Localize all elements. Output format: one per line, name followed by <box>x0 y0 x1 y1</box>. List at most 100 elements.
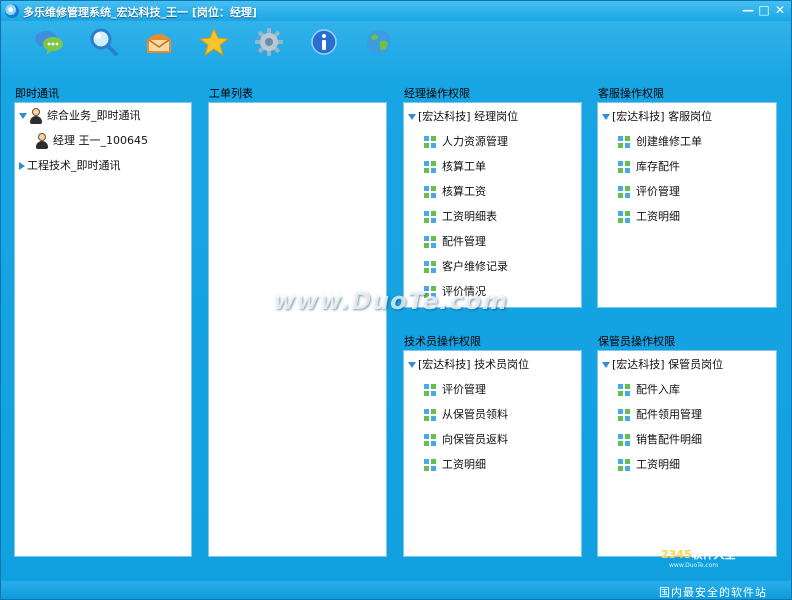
chat-button[interactable] <box>31 25 67 59</box>
perm-item[interactable]: 工资明细 <box>618 454 680 476</box>
watermark: www.DuoTe.com <box>273 287 508 315</box>
title-bar[interactable]: 多乐维修管理系统_宏达科技_王一 [岗位：经理] — □ ✕ <box>1 1 791 21</box>
app-window: 多乐维修管理系统_宏达科技_王一 [岗位：经理] — □ ✕ 即时通讯 综合业务… <box>0 0 792 600</box>
module-icon <box>424 136 436 148</box>
perm-item[interactable]: 配件入库 <box>618 379 680 401</box>
perm-item[interactable]: 工资明细表 <box>424 206 497 228</box>
perm-item-label: 评价管理 <box>636 185 680 198</box>
tech-perms-label: 技术员操作权限 <box>404 335 481 348</box>
work-order-section-label: 工单列表 <box>209 87 253 100</box>
module-icon <box>424 261 436 273</box>
work-order-list[interactable] <box>208 102 387 557</box>
about-button[interactable] <box>306 25 342 59</box>
perm-item-label: 核算工资 <box>442 185 486 198</box>
perm-item-label: 销售配件明细 <box>636 433 702 446</box>
module-icon <box>618 136 630 148</box>
perm-item[interactable]: 客户维修记录 <box>424 256 508 278</box>
perm-item-label: 工资明细 <box>636 210 680 223</box>
module-icon <box>618 459 630 471</box>
module-icon <box>618 384 630 396</box>
perm-item[interactable]: 配件管理 <box>424 231 486 253</box>
perm-item[interactable]: 向保管员返料 <box>424 429 508 451</box>
module-icon <box>618 186 630 198</box>
perm-item[interactable]: 从保管员领料 <box>424 404 508 426</box>
search-button[interactable] <box>86 25 122 59</box>
chat-bubbles-icon <box>35 31 63 55</box>
keeper-perms-panel[interactable]: [宏达科技] 保管员岗位 配件入库 配件领用管理 销售配件明细 工资明细 <box>597 350 777 557</box>
perm-item[interactable]: 核算工单 <box>424 156 486 178</box>
perm-root-label: [宏达科技] 保管员岗位 <box>612 358 724 371</box>
network-button[interactable] <box>361 25 397 59</box>
im-group-engineering[interactable]: 工程技术_即时通讯 <box>19 155 121 177</box>
im-contact-label: 经理 王一_100645 <box>53 134 148 147</box>
mailbox-icon <box>147 34 171 53</box>
perm-tree-root[interactable]: [宏达科技] 技术员岗位 <box>408 354 529 376</box>
keeper-perms-label: 保管员操作权限 <box>598 335 675 348</box>
expanded-arrow-icon <box>602 362 610 368</box>
perm-item-label: 评价管理 <box>442 383 486 396</box>
perm-tree-root[interactable]: [宏达科技] 经理岗位 <box>408 106 518 128</box>
expanded-arrow-icon <box>408 114 416 120</box>
perm-item[interactable]: 人力资源管理 <box>424 131 508 153</box>
perm-item-label: 配件领用管理 <box>636 408 702 421</box>
im-contact[interactable]: 经理 王一_100645 <box>35 130 148 152</box>
app-logo-icon <box>5 4 19 18</box>
globe-icon <box>367 30 391 54</box>
favorites-button[interactable] <box>196 25 232 59</box>
perm-item[interactable]: 核算工资 <box>424 181 486 203</box>
module-icon <box>618 434 630 446</box>
perm-item[interactable]: 工资明细 <box>424 454 486 476</box>
im-panel[interactable]: 综合业务_即时通讯 经理 王一_100645 工程技术_即时通讯 <box>14 102 192 557</box>
perm-tree-root[interactable]: [宏达科技] 客服岗位 <box>602 106 712 128</box>
perm-item-label: 库存配件 <box>636 160 680 173</box>
module-icon <box>424 384 436 396</box>
perm-item[interactable]: 工资明细 <box>618 206 680 228</box>
perm-root-label: [宏达科技] 技术员岗位 <box>418 358 530 371</box>
im-section-label: 即时通讯 <box>15 87 59 100</box>
perm-item-label: 客户维修记录 <box>442 260 508 273</box>
im-group-business[interactable]: 综合业务_即时通讯 <box>19 105 141 127</box>
perm-item[interactable]: 评价管理 <box>424 379 486 401</box>
module-icon <box>618 161 630 173</box>
perm-tree-root[interactable]: [宏达科技] 保管员岗位 <box>602 354 723 376</box>
perm-item[interactable]: 库存配件 <box>618 156 680 178</box>
module-icon <box>424 161 436 173</box>
perm-item-label: 工资明细 <box>442 458 486 471</box>
perm-item[interactable]: 评价管理 <box>618 181 680 203</box>
expanded-arrow-icon <box>19 113 27 119</box>
cs-perms-label: 客服操作权限 <box>598 87 664 100</box>
gear-icon <box>255 28 283 56</box>
star-icon <box>199 28 229 56</box>
module-icon <box>424 211 436 223</box>
close-button[interactable]: ✕ <box>771 3 789 17</box>
tech-perms-panel[interactable]: [宏达科技] 技术员岗位 评价管理 从保管员领料 向保管员返料 工资明细 <box>403 350 582 557</box>
footer-logo-text: 软件大全 <box>691 548 736 561</box>
perm-root-label: [宏达科技] 客服岗位 <box>612 110 713 123</box>
manager-perms-label: 经理操作权限 <box>404 87 470 100</box>
collapsed-arrow-icon <box>19 162 25 170</box>
settings-button[interactable] <box>251 25 287 59</box>
perm-item-label: 工资明细 <box>636 458 680 471</box>
footer-logo: 2345软件大全 <box>661 546 736 562</box>
module-icon <box>618 211 630 223</box>
perm-root-label: [宏达科技] 经理岗位 <box>418 110 519 123</box>
mailbox-button[interactable] <box>141 25 177 59</box>
manager-perms-panel[interactable]: [宏达科技] 经理岗位 人力资源管理 核算工单 核算工资 工资明细表 配件管理 … <box>403 102 582 308</box>
footer-logo-url: www.DuoTe.com <box>669 562 719 569</box>
perm-item-label: 工资明细表 <box>442 210 497 223</box>
perm-item-label: 向保管员返料 <box>442 433 508 446</box>
perm-item[interactable]: 销售配件明细 <box>618 429 702 451</box>
expanded-arrow-icon <box>602 114 610 120</box>
perm-item[interactable]: 配件领用管理 <box>618 404 702 426</box>
perm-item-label: 核算工单 <box>442 160 486 173</box>
perm-item-label: 人力资源管理 <box>442 135 508 148</box>
module-icon <box>424 409 436 421</box>
user-avatar-icon <box>35 133 49 149</box>
module-icon <box>618 409 630 421</box>
im-group-label: 综合业务_即时通讯 <box>47 109 141 122</box>
perm-item-label: 创建维修工单 <box>636 135 702 148</box>
window-title: 多乐维修管理系统_宏达科技_王一 [岗位：经理] <box>23 6 257 19</box>
expanded-arrow-icon <box>408 362 416 368</box>
cs-perms-panel[interactable]: [宏达科技] 客服岗位 创建维修工单 库存配件 评价管理 工资明细 <box>597 102 777 308</box>
perm-item[interactable]: 创建维修工单 <box>618 131 702 153</box>
